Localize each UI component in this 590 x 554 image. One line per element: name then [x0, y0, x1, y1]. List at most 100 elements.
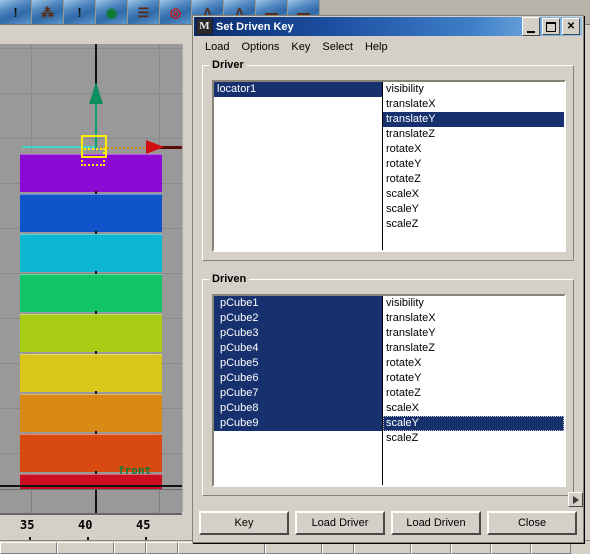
dialog-title: Set Driven Key	[216, 20, 294, 33]
particle-emitter-icon[interactable]: !	[0, 0, 32, 24]
viewport-cube-pCube6[interactable]	[20, 354, 162, 392]
viewport-front-view[interactable]: front	[0, 44, 182, 489]
viewport-cube-pCube2[interactable]	[20, 194, 162, 232]
driver-attribute-list[interactable]: visibility translateX translateY translateZ…	[383, 82, 564, 250]
cube-top-edge	[20, 394, 162, 395]
driver-list-pair[interactable]: locator1 visibility translateX translateY t…	[212, 80, 566, 252]
grid-line-horizontal	[0, 48, 182, 49]
driven-object-pCube6[interactable]: pCube6	[214, 371, 382, 386]
driver-attribute-rotateZ[interactable]: rotateZ	[383, 172, 564, 187]
driven-attribute-scaleZ[interactable]: scaleZ	[383, 431, 564, 446]
set-driven-key-dialog[interactable]: M Set Driven Key ✕ Load Options Key Select H…	[192, 15, 584, 543]
close-button[interactable]: ✕	[562, 18, 580, 35]
driver-group-label: Driver	[209, 59, 247, 71]
status-cell	[411, 542, 451, 554]
driver-attribute-translateZ[interactable]: translateZ	[383, 127, 564, 142]
driver-attribute-scaleX[interactable]: scaleX	[383, 187, 564, 202]
dialog-titlebar[interactable]: M Set Driven Key ✕	[194, 17, 582, 36]
ruler-label: 35	[20, 518, 35, 532]
status-cell	[531, 542, 571, 554]
driven-attribute-scaleX[interactable]: scaleX	[383, 401, 564, 416]
particle-collision-icon-glyph: ⁂	[41, 4, 54, 20]
soft-body-icon[interactable]: ◉	[96, 0, 128, 24]
viewport-cube-pCube7[interactable]	[20, 394, 162, 432]
status-cell	[57, 542, 114, 554]
cube-top-edge	[20, 434, 162, 435]
viewport-cube-pCube5[interactable]	[20, 314, 162, 352]
driver-attribute-rotateY[interactable]: rotateY	[383, 157, 564, 172]
timeline-current-time-marker[interactable]	[95, 490, 97, 514]
cube-top-edge	[20, 314, 162, 315]
driven-attribute-translateX[interactable]: translateX	[383, 311, 564, 326]
particle-emitter-icon-glyph: !	[13, 4, 18, 20]
constraint-icon-glyph: ◎	[169, 4, 182, 20]
viewport-label: front	[118, 464, 152, 477]
driver-object-list[interactable]: locator1	[214, 82, 383, 250]
load-driver-button[interactable]: Load Driver	[295, 511, 385, 535]
dialog-menubar[interactable]: Load Options Key Select Help	[194, 37, 582, 56]
load-driven-button[interactable]: Load Driven	[391, 511, 481, 535]
manipulator-x-axis-arrow[interactable]	[146, 140, 164, 154]
viewport-cube-pCube3[interactable]	[20, 234, 162, 272]
status-cell	[491, 542, 531, 554]
status-cell	[354, 542, 411, 554]
cube-top-edge	[20, 194, 162, 195]
driven-object-pCube9[interactable]: pCube9	[214, 416, 382, 431]
status-cell	[146, 542, 178, 554]
driver-attribute-rotateX[interactable]: rotateX	[383, 142, 564, 157]
driven-object-pCube4[interactable]: pCube4	[214, 341, 382, 356]
menu-item-help[interactable]: Help	[359, 40, 394, 54]
driven-attribute-list[interactable]: visibility translateX translateY translateZ…	[383, 296, 564, 485]
driver-attribute-translateX[interactable]: translateX	[383, 97, 564, 112]
constraint-icon[interactable]: ◎	[160, 0, 192, 24]
key-button[interactable]: Key	[199, 511, 289, 535]
driven-object-pCube8[interactable]: pCube8	[214, 401, 382, 416]
driven-attribute-rotateY[interactable]: rotateY	[383, 371, 564, 386]
rigid-body-icon[interactable]: ☰	[128, 0, 160, 24]
driven-attribute-translateY[interactable]: translateY	[383, 326, 564, 341]
minimize-button[interactable]	[522, 17, 540, 36]
driven-list-pair[interactable]: pCube1 pCube2 pCube3 pCube4 pCube5 pCube6 pCub…	[212, 294, 566, 487]
status-cell	[178, 542, 265, 554]
driven-object-pCube5[interactable]: pCube5	[214, 356, 382, 371]
status-cell	[451, 542, 491, 554]
menu-item-select[interactable]: Select	[316, 40, 359, 54]
goal-icon[interactable]: !	[64, 0, 96, 24]
ruler-label: 45	[136, 518, 151, 532]
cube-top-edge	[20, 274, 162, 275]
driver-attribute-scaleZ[interactable]: scaleZ	[383, 217, 564, 232]
driver-object-locator1[interactable]: locator1	[214, 82, 382, 97]
scroll-right-arrow-icon[interactable]	[568, 492, 583, 507]
status-cell	[114, 542, 146, 554]
driven-attribute-rotateZ[interactable]: rotateZ	[383, 386, 564, 401]
panel-seam	[182, 44, 183, 512]
driven-attribute-translateZ[interactable]: translateZ	[383, 341, 564, 356]
close-dialog-button[interactable]: Close	[487, 511, 577, 535]
manipulator-y-axis-arrow[interactable]	[89, 82, 103, 104]
status-cell	[322, 542, 354, 554]
soft-body-icon-glyph: ◉	[105, 4, 118, 20]
driven-object-pCube3[interactable]: pCube3	[214, 326, 382, 341]
driver-attribute-scaleY[interactable]: scaleY	[383, 202, 564, 217]
driver-attribute-visibility[interactable]: visibility	[383, 82, 564, 97]
driver-attribute-translateY[interactable]: translateY	[383, 112, 564, 127]
goal-icon-glyph: !	[77, 4, 82, 20]
driven-object-list[interactable]: pCube1 pCube2 pCube3 pCube4 pCube5 pCube6 pCub…	[214, 296, 383, 485]
time-slider-track[interactable]	[0, 489, 182, 514]
maximize-button[interactable]	[542, 18, 560, 35]
particle-collision-icon[interactable]: ⁂	[32, 0, 64, 24]
driven-attribute-visibility[interactable]: visibility	[383, 296, 564, 311]
viewport-cube-pCube4[interactable]	[20, 274, 162, 312]
status-cell	[0, 542, 57, 554]
driven-object-pCube7[interactable]: pCube7	[214, 386, 382, 401]
driven-object-pCube2[interactable]: pCube2	[214, 311, 382, 326]
menu-item-load[interactable]: Load	[199, 40, 235, 54]
dialog-button-bar[interactable]: Key Load Driver Load Driven Close	[199, 511, 577, 535]
menu-item-options[interactable]: Options	[235, 40, 285, 54]
cube-top-edge	[20, 354, 162, 355]
cube-top-edge	[20, 234, 162, 235]
driven-object-pCube1[interactable]: pCube1	[214, 296, 382, 311]
menu-item-key[interactable]: Key	[285, 40, 316, 54]
driven-attribute-rotateX[interactable]: rotateX	[383, 356, 564, 371]
driven-attribute-scaleY[interactable]: scaleY	[383, 416, 564, 431]
